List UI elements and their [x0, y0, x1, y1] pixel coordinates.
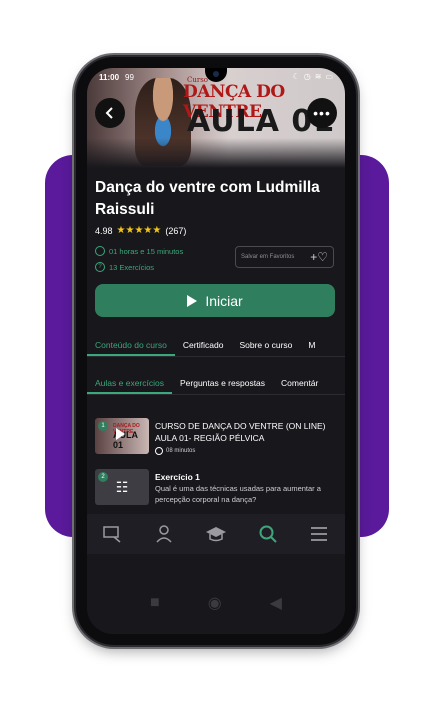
- save-favorite-label: Salvar em Favoritos: [241, 254, 295, 260]
- tab-more[interactable]: M: [300, 336, 323, 356]
- menu-icon[interactable]: [308, 523, 330, 545]
- tab-certificate[interactable]: Certificado: [175, 336, 232, 356]
- alarm-icon: ◷: [303, 72, 311, 81]
- play-icon: [187, 294, 198, 307]
- more-options-button[interactable]: •••: [307, 98, 337, 128]
- course-tabs: Conteúdo do curso Certificado Sobre o cu…: [87, 336, 345, 357]
- timer-icon: [155, 447, 163, 455]
- rating-value: 4.98: [95, 225, 113, 236]
- star-rating-icon: ★★★★★: [116, 225, 162, 236]
- recent-apps-icon[interactable]: ■: [150, 594, 160, 612]
- course-rating: 4.98 ★★★★★ (267): [95, 225, 186, 236]
- exercise-thumbnail: ☷ 2: [95, 469, 149, 505]
- lesson-thumbnail: DANÇA DO VENTRE AULA 01 1: [95, 418, 149, 454]
- home-icon[interactable]: ◉: [208, 593, 222, 613]
- lesson-duration: 08 minutos: [155, 447, 195, 455]
- tab-about-course[interactable]: Sobre o curso: [231, 336, 300, 356]
- lesson-item[interactable]: DANÇA DO VENTRE AULA 01 1 CURSO DE DANÇA…: [95, 418, 337, 458]
- phone-screen: Curso DANÇA DO VENTRE AULA 01 11:00 99 ☾…: [87, 68, 345, 634]
- more-dots-icon: •••: [313, 105, 331, 121]
- tab-course-content[interactable]: Conteúdo do curso: [87, 336, 175, 356]
- save-favorite-button[interactable]: Salvar em Favoritos +♡: [235, 246, 334, 268]
- start-label: Iniciar: [205, 292, 243, 309]
- graduation-cap-icon[interactable]: [205, 523, 227, 545]
- back-triangle-icon[interactable]: ◀: [270, 593, 282, 613]
- heart-plus-icon: +♡: [310, 250, 328, 264]
- wifi-icon: ≋: [314, 72, 322, 81]
- moon-icon: ☾: [292, 72, 300, 81]
- status-icons: ☾ ◷ ≋ ▭: [293, 72, 333, 81]
- status-signal: 99: [125, 73, 134, 82]
- subtab-questions-answers[interactable]: Perguntas e respostas: [172, 374, 273, 394]
- battery-icon: ▭: [325, 72, 333, 81]
- play-icon: [116, 428, 125, 440]
- search-icon[interactable]: [257, 523, 279, 545]
- lesson-number-badge: 1: [98, 421, 108, 431]
- chevron-left-icon: [105, 107, 113, 119]
- back-button[interactable]: [95, 98, 125, 128]
- course-exercises: ? 13 Exercícios: [95, 262, 154, 272]
- profile-icon[interactable]: [153, 523, 175, 545]
- banner-fade: [87, 138, 345, 168]
- course-duration: 01 horas e 15 minutos: [95, 246, 183, 256]
- lesson-duration-text: 08 minutos: [166, 448, 196, 454]
- duration-text: 01 horas e 15 minutos: [109, 246, 184, 256]
- rating-count: (267): [165, 225, 187, 236]
- exercises-text: 13 Exercícios: [109, 262, 155, 272]
- checklist-icon: ☷: [115, 478, 129, 495]
- course-title: Dança do ventre com Ludmilla Raissuli: [95, 179, 320, 218]
- system-navigation: ■ ◉ ◀: [87, 588, 345, 618]
- exercise-title: Exercício 1: [155, 472, 200, 482]
- clock-icon: [95, 246, 105, 256]
- lesson-title: CURSO DE DANÇA DO VENTRE (ON LINE) AULA …: [155, 421, 326, 443]
- courses-icon[interactable]: [102, 523, 124, 545]
- start-button[interactable]: Iniciar: [95, 284, 335, 317]
- bottom-navigation: [87, 514, 345, 554]
- exercise-question: Qual é uma das técnicas usadas para aume…: [155, 484, 321, 504]
- exercise-number-badge: 2: [98, 472, 108, 482]
- subtab-comments[interactable]: Comentár: [273, 374, 326, 394]
- content-subtabs: Aulas e exercícios Perguntas e respostas…: [87, 374, 345, 395]
- status-time: 11:00: [99, 73, 120, 82]
- subtab-lessons-exercises[interactable]: Aulas e exercícios: [87, 374, 172, 394]
- exercise-item[interactable]: ☷ 2 Exercício 1 Qual é uma das técnicas …: [95, 469, 337, 509]
- question-icon: ?: [95, 262, 105, 272]
